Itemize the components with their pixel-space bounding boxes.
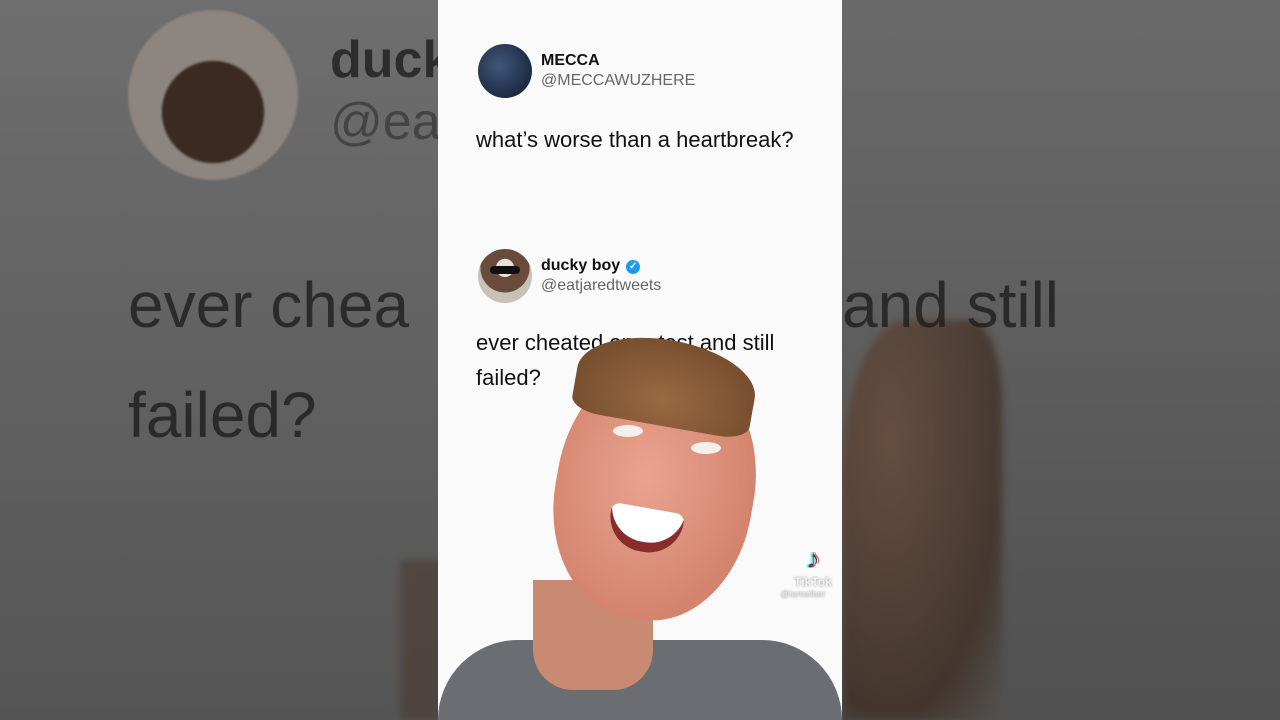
background-head — [842, 320, 1002, 720]
tweet-author-name: ducky boy ✓ — [541, 257, 641, 275]
background-shoulder — [400, 560, 438, 720]
eye — [613, 425, 643, 437]
background-left: duck @eat ever chea failed? — [0, 0, 438, 720]
tweet-author-handle: @MECCAWUZHERE — [541, 72, 696, 89]
tweet-text: what’s worse than a heartbreak? — [476, 127, 794, 152]
sunglasses — [490, 266, 520, 274]
background-name: duck — [330, 31, 438, 89]
background-line-1: ever chea — [128, 269, 410, 341]
tweet-author-name: MECCA — [541, 52, 600, 69]
video-frame: MECCA @MECCAWUZHERE what’s worse than a … — [438, 0, 842, 720]
verified-badge-icon: ✓ — [626, 260, 641, 274]
eye — [691, 442, 721, 454]
tweet-author-handle: @eatjaredtweets — [541, 277, 662, 294]
background-right-line: and still — [842, 269, 1059, 341]
avatar — [478, 249, 532, 303]
background-handle: @eat — [330, 93, 438, 151]
tiktok-username: @iamsilber — [780, 589, 826, 599]
background-line-2: failed? — [128, 379, 317, 451]
background-avatar — [128, 10, 298, 180]
background-right: and still — [842, 0, 1280, 720]
avatar — [478, 44, 532, 98]
tweet-author-name-text: ducky boy — [541, 257, 621, 274]
person-cutout — [438, 325, 842, 720]
tiktok-icon: ♪ — [806, 543, 820, 574]
tiktok-watermark: ♪ TikTok @iamsilber — [780, 543, 838, 599]
tiktok-label: TikTok — [794, 575, 832, 589]
